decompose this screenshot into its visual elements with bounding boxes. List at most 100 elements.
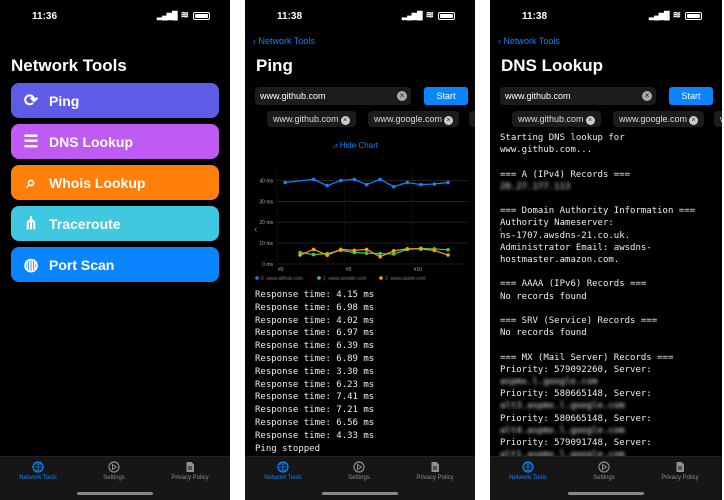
history-chip[interactable]: www.github.com × [512, 111, 601, 127]
tool-button-dns-lookup[interactable]: ☰ DNS Lookup [11, 124, 219, 159]
legend-marker [255, 276, 259, 280]
battery-icon [438, 11, 455, 20]
data-point [432, 248, 437, 253]
start-button[interactable]: Start [424, 87, 468, 105]
host-input[interactable]: www.github.com × [255, 87, 411, 105]
chip-label: www.github.com [518, 114, 584, 124]
output-line: Response time: 6.23 ms [255, 379, 375, 390]
legend-marker [379, 276, 383, 280]
history-chips: ‹www.github.com×www.google.com×www.apple… [490, 111, 722, 235]
ping-screen: 11:38 ▂▄▆█ ≋ ‹ Network Tools Ping www.gith… [245, 0, 475, 500]
legend-marker [317, 276, 321, 280]
tab-label: Network Tools [19, 475, 57, 481]
settings-icon [569, 461, 639, 473]
tool-button-ping[interactable]: ⟳ Ping [11, 83, 219, 118]
status-icons: ▂▄▆█ ≋ [649, 10, 702, 21]
output-line: Response time: 6.56 ms [255, 417, 375, 428]
status-bar: 11:38 ▂▄▆█ ≋ [245, 10, 475, 24]
data-point [325, 183, 330, 188]
back-button[interactable]: ‹ Network Tools [498, 36, 560, 46]
page-title: Ping [256, 56, 293, 75]
data-point [446, 247, 450, 252]
status-icons: ▂▄▆█ ≋ [157, 10, 210, 21]
data-point [325, 253, 330, 258]
signal-icon: ▂▄▆█ [401, 11, 423, 20]
document-icon [155, 461, 225, 473]
y-tick-label: 10 ms [259, 241, 273, 247]
back-button[interactable]: ‹ Network Tools [253, 36, 315, 46]
output-line: Starting DNS lookup for [500, 133, 625, 143]
tab-network-tools[interactable]: Network Tools [3, 461, 73, 481]
history-chip[interactable]: www.apple.com× [714, 111, 722, 127]
tool-button-whois-lookup[interactable]: ⌕ Whois Lookup [11, 165, 219, 200]
tool-button-traceroute[interactable]: ⋔ Traceroute [11, 206, 219, 241]
hide-chart-button[interactable]: ⩘ Hide Chart [333, 141, 378, 151]
wifi-icon: ≋ [425, 10, 434, 21]
magnifier-icon: ⌕ [26, 172, 36, 192]
history-chip[interactable]: www.google.com × [613, 111, 705, 127]
data-point [419, 182, 423, 187]
data-point [311, 247, 316, 252]
data-point [391, 249, 396, 253]
clear-icon[interactable]: × [642, 91, 652, 101]
output-line: Priority: 580665148, Server: [500, 389, 652, 400]
output-line: aspmx.l.google.com [500, 377, 598, 388]
tab-network-tools[interactable]: Network Tools [248, 461, 318, 481]
tab-privacy-policy[interactable]: Privacy Policy [400, 461, 470, 481]
clock: 11:36 [32, 11, 58, 22]
output-line: alt4.aspmx.l.google.com [500, 425, 625, 436]
tab-label: Settings [593, 475, 615, 481]
back-label: Network Tools [258, 36, 315, 46]
output-line: 20.27.177.113 [500, 181, 571, 192]
home-indicator [322, 492, 398, 495]
signal-icon: ▂▄▆█ [648, 11, 670, 20]
remove-chip-icon[interactable]: × [585, 116, 595, 125]
tab-settings[interactable]: Settings [324, 461, 394, 481]
data-point [352, 248, 357, 253]
remove-chip-icon[interactable]: × [689, 116, 699, 125]
tab-label: Network Tools [264, 475, 302, 481]
output-line: Response time: 6.98 ms [255, 302, 375, 313]
chip-label: www.google.com [374, 114, 443, 124]
tab-privacy-policy[interactable]: Privacy Policy [645, 461, 715, 481]
tool-button-port-scan[interactable]: ◍ Port Scan [11, 247, 219, 282]
output-line: Response time: 7.21 ms [255, 405, 375, 416]
output-line: Response time: 7.41 ms [255, 392, 375, 403]
history-chip[interactable]: www.github.com × [267, 111, 356, 127]
battery-icon [193, 11, 210, 20]
clear-icon[interactable]: × [397, 91, 407, 101]
back-label: Network Tools [503, 36, 560, 46]
tab-settings[interactable]: Settings [79, 461, 149, 481]
output-line: === A (IPv4) Records === [500, 169, 631, 180]
output-line: Response time: 4.33 ms [255, 430, 375, 441]
output-line: Ping stopped [255, 443, 321, 454]
x-tick-label: #10 [414, 267, 423, 273]
output-line: ns-1707.awsdns-21.co.uk. [500, 230, 631, 241]
data-point [391, 184, 396, 189]
remove-chip-icon[interactable]: × [340, 116, 350, 125]
tab-privacy-policy[interactable]: Privacy Policy [155, 461, 225, 481]
output-line: Response time: 6.97 ms [255, 328, 375, 339]
chip-label: www.github.com [273, 114, 339, 124]
data-point [446, 253, 450, 257]
tool-button-label: Port Scan [49, 256, 115, 273]
remove-chip-icon[interactable]: × [444, 116, 454, 125]
history-chip[interactable]: www.google.com × [368, 111, 460, 127]
legend-label: 2_www.apple.com [385, 276, 426, 280]
output-line: === AAAA (IPv6) Records === [500, 279, 647, 290]
wifi-icon: ≋ [180, 10, 189, 21]
tab-settings[interactable]: Settings [569, 461, 639, 481]
output-line: Response time: 4.15 ms [255, 290, 375, 300]
legend-label: 1_www.google.com [323, 276, 366, 280]
tab-network-tools[interactable]: Network Tools [493, 461, 563, 481]
start-button[interactable]: Start [669, 87, 713, 105]
data-point [352, 177, 357, 182]
history-chip[interactable]: www.apple.com× [469, 111, 475, 127]
host-input[interactable]: www.github.com × [500, 87, 656, 105]
history-chips: ‹www.github.com×www.google.com×www.apple… [245, 111, 475, 235]
data-point [283, 180, 287, 185]
clock: 11:38 [277, 11, 303, 22]
